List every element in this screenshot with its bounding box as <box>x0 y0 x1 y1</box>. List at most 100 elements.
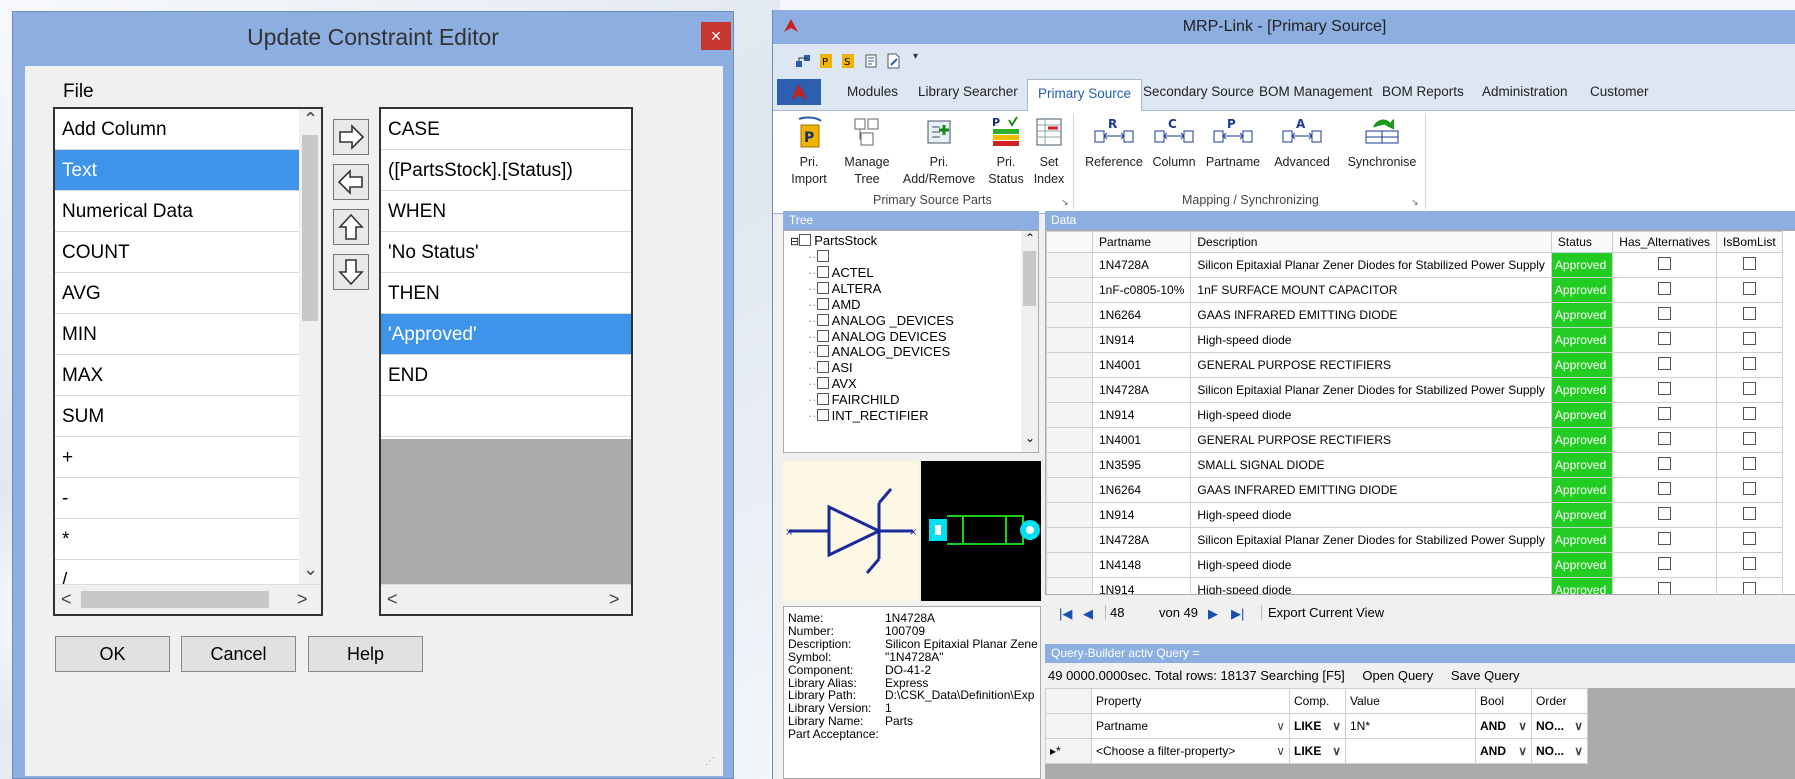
dropdown-icon[interactable]: ∨ <box>1518 719 1527 733</box>
move-left-button[interactable] <box>333 164 369 200</box>
tree-node[interactable]: ·· FAIRCHILD <box>808 392 900 407</box>
constraint-item[interactable]: WHEN <box>381 191 631 232</box>
checkbox[interactable] <box>1658 432 1672 445</box>
column-header[interactable]: Has_Alternatives <box>1612 231 1717 253</box>
tree-node[interactable]: ·· ACTEL <box>808 265 874 280</box>
save-query-button[interactable]: Save Query <box>1451 668 1520 683</box>
tree-checkbox[interactable] <box>816 377 829 390</box>
scroll-down-icon[interactable]: ⌄ <box>1025 431 1035 445</box>
functions-listbox[interactable]: Add Column Text Numerical Data COUNT AVG MIN M… <box>53 107 323 616</box>
constraint-item-empty[interactable] <box>381 396 631 437</box>
checkbox[interactable] <box>1742 407 1756 420</box>
tree-root[interactable]: ⊟ PartsStock <box>790 233 877 248</box>
tree-checkbox[interactable] <box>816 265 829 278</box>
cell-isbomlist[interactable] <box>1716 377 1783 403</box>
query-property[interactable]: ∨ <Choose a filter-property> <box>1091 738 1290 764</box>
cell-has-alternatives[interactable] <box>1612 427 1717 453</box>
function-item[interactable]: + <box>55 437 299 478</box>
function-item[interactable]: * <box>55 519 299 560</box>
cell-has-alternatives[interactable] <box>1612 302 1717 328</box>
script-icon[interactable] <box>863 53 879 69</box>
tree-node[interactable]: ·· AMD <box>808 297 861 312</box>
p-icon[interactable]: P <box>819 53 833 69</box>
checkbox[interactable] <box>1742 532 1756 545</box>
dropdown-icon[interactable]: ∨ <box>1276 744 1285 758</box>
query-bool[interactable]: ∨ AND <box>1475 738 1532 764</box>
manage-tree-button[interactable]: Manage Tree <box>837 115 897 188</box>
function-item[interactable]: AVG <box>55 273 299 314</box>
checkbox[interactable] <box>1658 507 1672 520</box>
horizontal-scrollbar[interactable]: < > <box>55 584 321 614</box>
table-row[interactable]: 1N4001 GENERAL PURPOSE RECTIFIERS Approved <box>1046 352 1783 378</box>
cell-has-alternatives[interactable] <box>1612 577 1717 594</box>
checkbox[interactable] <box>1742 582 1756 594</box>
tree-checkbox[interactable] <box>816 345 829 358</box>
scroll-up-icon[interactable]: ⌃ <box>1025 231 1035 245</box>
tree-checkbox[interactable] <box>816 281 829 294</box>
checkbox[interactable] <box>1658 482 1672 495</box>
function-item[interactable]: - <box>55 478 299 519</box>
constraint-item[interactable]: THEN <box>381 273 631 314</box>
query-property[interactable]: ∨ Partname <box>1091 713 1290 739</box>
checkbox[interactable] <box>1658 307 1672 320</box>
page-number-field[interactable]: 48 <box>1105 605 1155 620</box>
tree-node[interactable]: ·· ANALOG _DEVICES <box>808 313 954 328</box>
row-header[interactable] <box>1046 477 1093 503</box>
cell-isbomlist[interactable] <box>1716 402 1783 428</box>
table-row[interactable]: 1N6264 GAAS INFRARED EMITTING DIODE Approv… <box>1046 477 1783 503</box>
cell-isbomlist[interactable] <box>1716 252 1783 278</box>
table-row[interactable]: 1N4148 High-speed diode Approved <box>1046 552 1783 578</box>
cell-has-alternatives[interactable] <box>1612 452 1717 478</box>
function-item[interactable]: SUM <box>55 396 299 437</box>
table-row[interactable]: 1nF-c0805-10% 1nF SURFACE MOUNT CAPACITOR… <box>1046 277 1783 303</box>
function-item[interactable]: COUNT <box>55 232 299 273</box>
row-header[interactable] <box>1046 402 1093 428</box>
checkbox[interactable] <box>1742 507 1756 520</box>
tab-customer[interactable]: Customer <box>1590 84 1649 99</box>
app-menu-button[interactable] <box>777 79 821 105</box>
advanced-button[interactable]: A Advanced <box>1267 115 1337 171</box>
scroll-right-icon[interactable]: > <box>297 589 308 610</box>
cell-isbomlist[interactable] <box>1716 277 1783 303</box>
tab-modules[interactable]: Modules <box>847 84 898 99</box>
tree-checkbox[interactable] <box>816 409 829 421</box>
partname-button[interactable]: P Partname <box>1201 115 1265 171</box>
checkbox[interactable] <box>1658 532 1672 545</box>
reference-button[interactable]: R Reference <box>1079 115 1149 171</box>
table-row[interactable]: 1N6264 GAAS INFRARED EMITTING DIODE Approv… <box>1046 302 1783 328</box>
function-item[interactable]: Add Column <box>55 109 299 150</box>
cell-has-alternatives[interactable] <box>1612 327 1717 353</box>
checkbox[interactable] <box>1658 382 1672 395</box>
group-launcher-icon[interactable]: ↘ <box>1411 197 1419 208</box>
scroll-down-icon[interactable]: ⌄ <box>303 559 318 580</box>
checkbox[interactable] <box>1658 457 1672 470</box>
query-bool[interactable]: ∨ AND <box>1475 713 1532 739</box>
cell-has-alternatives[interactable] <box>1612 277 1717 303</box>
checkbox[interactable] <box>1658 282 1672 295</box>
cell-has-alternatives[interactable] <box>1612 252 1717 278</box>
tree-checkbox[interactable] <box>816 361 829 374</box>
cell-isbomlist[interactable] <box>1716 302 1783 328</box>
checkbox[interactable] <box>1658 407 1672 420</box>
row-header[interactable] <box>1046 302 1093 328</box>
row-header[interactable] <box>1046 577 1093 594</box>
move-up-button[interactable] <box>333 209 369 245</box>
row-header[interactable] <box>1046 352 1093 378</box>
cell-has-alternatives[interactable] <box>1612 477 1717 503</box>
dropdown-icon[interactable]: ∨ <box>1332 719 1341 733</box>
cancel-button[interactable]: Cancel <box>181 636 296 672</box>
hscroll-thumb[interactable] <box>81 591 269 608</box>
query-order[interactable]: ∨ NO... <box>1531 738 1588 764</box>
help-button[interactable]: Help <box>308 636 423 672</box>
cell-isbomlist[interactable] <box>1716 577 1783 594</box>
network-icon[interactable] <box>795 53 811 69</box>
tree-checkbox[interactable] <box>816 313 829 326</box>
tree-checkbox[interactable] <box>816 329 829 342</box>
dropdown-icon[interactable]: ∨ <box>1276 719 1285 733</box>
checkbox[interactable] <box>1742 257 1756 270</box>
ok-button[interactable]: OK <box>55 636 170 672</box>
function-item[interactable]: Numerical Data <box>55 191 299 232</box>
query-grid[interactable]: Property Comp. Value Bool Order ∨ Partnam… <box>1045 688 1795 779</box>
column-header[interactable]: Partname <box>1091 231 1192 253</box>
cell-has-alternatives[interactable] <box>1612 352 1717 378</box>
